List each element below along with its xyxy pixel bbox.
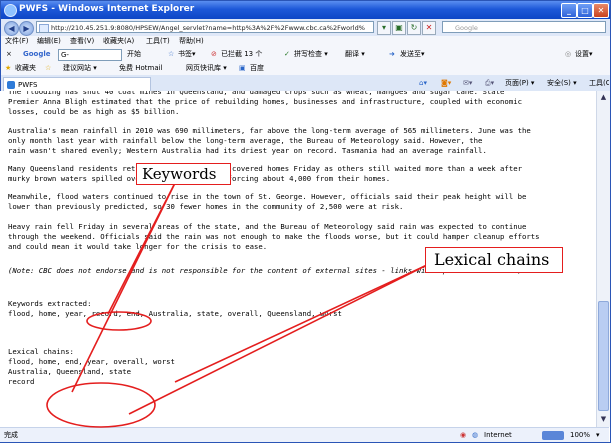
favorites-button[interactable]: 收藏夹 (15, 61, 36, 75)
back-icon[interactable]: ◀ (4, 21, 19, 36)
paragraph-3: Many Queensland residents returned to th… (8, 164, 522, 183)
web-slice-gallery-button[interactable]: 网页快讯库 ▾ (186, 61, 227, 75)
paragraph-4: Meanwhile, flood waters continued to ris… (8, 192, 527, 211)
forward-icon[interactable]: ▶ (19, 21, 34, 36)
address-url: http://210.45.251.9:8080/HPSEW/Angel_ser… (51, 24, 365, 32)
settings-gear-icon: ◎ (565, 50, 572, 58)
maximize-button[interactable]: □ (577, 3, 593, 18)
lexical-chains-label: Lexical chains: (8, 347, 74, 356)
suggested-sites-button[interactable]: 建议网站 ▾ (63, 61, 97, 75)
paragraph-2: Australia's mean rainfall in 2010 was 69… (8, 126, 531, 155)
send-to-button[interactable]: 发送至▾ (400, 47, 425, 61)
tab-row: PWFS ⌂▾ ◙▾ ✉▾ ⎙▾ 页面(P) ▾ 安全(S) ▾ 工具(O) ▾ (1, 75, 610, 92)
google-search-box[interactable]: G- (58, 49, 122, 61)
navigation-bar: ◀ ▶ http://210.45.251.9:8080/HPSEW/Angel… (1, 19, 610, 37)
baidu-icon: ▣ (239, 64, 246, 72)
scroll-down-icon[interactable]: ▼ (598, 414, 609, 425)
tools-menu[interactable]: 工具(O) ▾ (589, 76, 609, 90)
minimize-button[interactable]: _ (561, 3, 577, 18)
tab-favicon-icon (7, 81, 15, 89)
print-icon[interactable]: ⎙▾ (485, 76, 494, 90)
keywords-callout: Keywords (136, 163, 231, 185)
menu-help[interactable]: 帮助(H) (179, 36, 204, 47)
scroll-thumb[interactable] (598, 301, 609, 411)
address-dropdown-icon[interactable]: ▾ (377, 21, 391, 35)
google-logo: Google (23, 50, 51, 58)
window-title: PWFS - Windows Internet Explorer (19, 4, 195, 14)
vertical-scrollbar[interactable]: ▲ ▼ (596, 91, 610, 427)
page-menu[interactable]: 页面(P) ▾ (505, 76, 534, 90)
safety-menu[interactable]: 安全(S) ▾ (547, 76, 577, 90)
keywords-list: flood, home, year, record, end, Australi… (8, 309, 342, 318)
compatibility-icon[interactable]: ▣ (392, 21, 406, 35)
address-bar[interactable]: http://210.45.251.9:8080/HPSEW/Angel_ser… (36, 21, 374, 33)
popup-blocker-icon: ⊘ (211, 50, 217, 58)
home-icon[interactable]: ⌂▾ (419, 76, 427, 90)
zoom-level[interactable]: 100% (570, 428, 590, 442)
popup-blocked-count[interactable]: 已拦截 13 个 (221, 47, 262, 61)
close-button[interactable]: ✕ (593, 3, 609, 18)
star-icon[interactable]: ☆ (168, 47, 174, 61)
search-input[interactable]: Google (442, 21, 606, 33)
ie-logo-icon (4, 4, 17, 17)
add-favorite-icon[interactable]: ☆ (45, 61, 51, 75)
menu-tools[interactable]: 工具(T) (146, 36, 170, 47)
paragraph-1: The flooding has shut 40 coal mines in Q… (8, 91, 522, 116)
internet-globe-icon: ◍ (472, 431, 479, 439)
status-text: 完成 (4, 431, 18, 439)
spellcheck-button[interactable]: 拼写检查 ▾ (294, 47, 328, 61)
zoom-button-icon[interactable] (542, 431, 564, 440)
lexical-chains-callout: Lexical chains (425, 247, 563, 273)
zone-label: Internet (484, 431, 512, 439)
favorites-bar: ★ 收藏夹 ☆ 建议网站 ▾ 免费 Hotmail 网页快讯库 ▾ ▣ 百度 (1, 61, 610, 76)
hotmail-link[interactable]: 免费 Hotmail (119, 61, 163, 75)
status-bar: 完成 ◉ ◍ Internet 100% ▾ (0, 427, 609, 442)
menu-edit[interactable]: 编辑(E) (37, 36, 61, 47)
keywords-label: Keywords extracted: (8, 299, 92, 308)
feeds-icon[interactable]: ◙▾ (441, 76, 451, 90)
favorites-star-icon: ★ (5, 64, 12, 72)
mail-icon[interactable]: ✉▾ (463, 76, 472, 90)
menu-bar: 文件(F) 编辑(E) 查看(V) 收藏夹(A) 工具(T) 帮助(H) (1, 36, 610, 47)
send-arrow-icon: ➜ (389, 50, 395, 58)
tab-pwfs[interactable]: PWFS (3, 77, 151, 91)
search-placeholder: Google (455, 24, 478, 32)
menu-view[interactable]: 查看(V) (70, 36, 94, 47)
refresh-icon[interactable]: ↻ (407, 21, 421, 35)
start-button[interactable]: 开始 (127, 47, 141, 61)
translate-button[interactable]: 翻译 ▾ (345, 47, 365, 61)
menu-file[interactable]: 文件(F) (5, 36, 29, 47)
scroll-up-icon[interactable]: ▲ (598, 92, 609, 103)
settings-button[interactable]: 设置▾ (575, 47, 593, 61)
zoom-dropdown-icon[interactable]: ▾ (596, 428, 600, 442)
google-toolbar: × Google G- 开始 ☆ 书签▾ ⊘ 已拦截 13 个 ✓ 拼写检查 ▾… (1, 47, 610, 62)
stop-icon[interactable]: ✕ (422, 21, 436, 35)
spellcheck-icon: ✓ (284, 50, 290, 58)
title-bar: PWFS - Windows Internet Explorer _ □ ✕ (1, 1, 610, 19)
page-icon (39, 24, 49, 32)
tab-label: PWFS (18, 81, 38, 89)
menu-favorites[interactable]: 收藏夹(A) (103, 36, 134, 47)
toolbar-close-icon[interactable]: × (6, 47, 12, 61)
lexical-chains-list: flood, home, end, year, overall, worst A… (8, 357, 175, 386)
baidu-link[interactable]: 百度 (250, 61, 264, 75)
protected-mode-icon: ◉ (460, 431, 467, 439)
bookmarks-button[interactable]: 书签▾ (178, 47, 196, 61)
